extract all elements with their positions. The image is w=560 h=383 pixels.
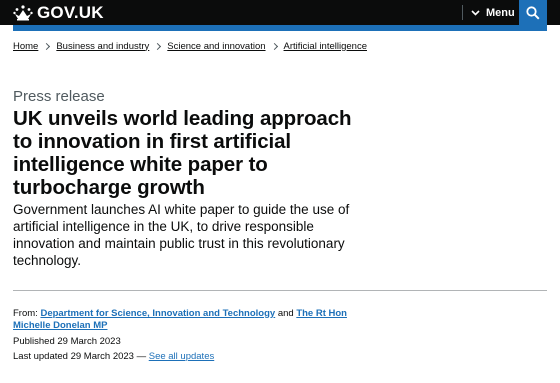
breadcrumb-chevron-icon: [43, 42, 51, 50]
crown-icon: [13, 5, 33, 21]
header-accent-bar: [13, 25, 547, 31]
page-caption: Press release: [13, 88, 105, 105]
menu-label: Menu: [486, 6, 515, 19]
published-line: Published 29 March 2023: [13, 336, 121, 348]
from-org-link[interactable]: Department for Science, Innovation and T…: [40, 308, 275, 319]
published-date: 29 March 2023: [57, 336, 121, 347]
breadcrumb-link-business-and-industry[interactable]: Business and industry: [56, 41, 149, 52]
and-text: and: [277, 308, 294, 319]
dash-separator: —: [136, 351, 147, 362]
page-title: UK unveils world leading approach to inn…: [13, 107, 352, 199]
search-button[interactable]: [519, 0, 547, 25]
breadcrumb-chevron-icon: [154, 42, 162, 50]
chevron-down-icon: [471, 9, 480, 16]
published-label: Published: [13, 336, 55, 347]
breadcrumb-link-home[interactable]: Home: [13, 41, 38, 52]
section-divider: [13, 290, 547, 291]
lead-paragraph: Government launches AI white paper to gu…: [13, 202, 350, 268]
from-line: From: Department for Science, Innovation…: [13, 308, 358, 332]
from-label: From:: [13, 308, 38, 319]
menu-button[interactable]: Menu: [471, 4, 515, 21]
logo-text: GOV.UK: [37, 3, 104, 22]
see-all-updates-link[interactable]: See all updates: [149, 351, 215, 362]
breadcrumb-chevron-icon: [270, 42, 278, 50]
menu-divider: [462, 5, 463, 20]
site-header: GOV.UK Menu: [0, 0, 560, 25]
govuk-logo-link[interactable]: GOV.UK: [13, 4, 104, 22]
breadcrumb-link-science-and-innovation[interactable]: Science and innovation: [167, 41, 265, 52]
search-icon: [526, 5, 540, 20]
updated-date: 29 March 2023: [70, 351, 134, 362]
breadcrumb: Home Business and industry Science and i…: [13, 40, 367, 52]
updated-line: Last updated 29 March 2023 — See all upd…: [13, 351, 214, 363]
breadcrumb-link-artificial-intelligence[interactable]: Artificial intelligence: [284, 41, 367, 52]
updated-label: Last updated: [13, 351, 68, 362]
